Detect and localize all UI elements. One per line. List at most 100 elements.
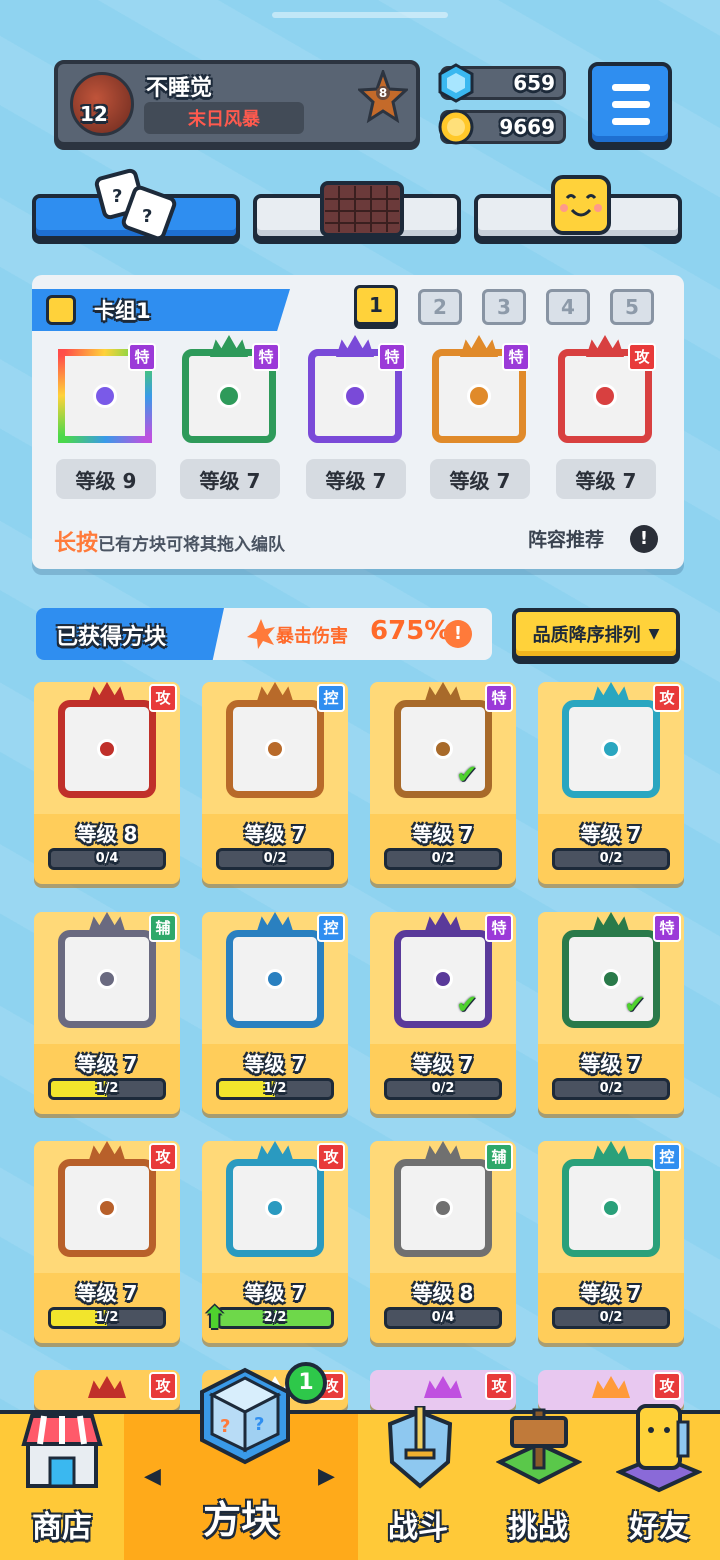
crit-label: 暴击伤害 bbox=[276, 626, 348, 647]
card-core bbox=[601, 1198, 621, 1218]
tab-dice[interactable]: ? ? bbox=[32, 168, 240, 241]
progress-bar: 0/2 bbox=[552, 1307, 670, 1329]
notification-badge: 1 bbox=[285, 1362, 327, 1404]
player-level: 12 bbox=[80, 102, 108, 126]
nav-blocks[interactable]: ◀ ? ? ▶ 方块 bbox=[124, 1367, 358, 1560]
deck-number-2[interactable]: 2 bbox=[418, 289, 462, 325]
block-card[interactable]: 特 ✔ 等级 7 0/2 bbox=[370, 912, 516, 1114]
type-badge: 控 bbox=[317, 914, 345, 942]
tab-board[interactable] bbox=[253, 181, 461, 240]
nav-friends[interactable]: 好友 bbox=[598, 1404, 720, 1560]
type-badge: 特 bbox=[128, 343, 156, 371]
nav-challenge[interactable]: 挑战 bbox=[478, 1408, 598, 1560]
progress-text: 2/2 bbox=[263, 1310, 287, 1325]
player-title: 末日风暴 bbox=[144, 102, 304, 134]
block-card[interactable]: 特 ✔ 等级 7 0/2 bbox=[538, 912, 684, 1114]
menu-icon bbox=[612, 84, 650, 91]
info-icon[interactable]: ! bbox=[630, 525, 658, 553]
svg-text:?: ? bbox=[142, 206, 152, 227]
hint-text: 已有方块可将其拖入编队 bbox=[98, 535, 286, 555]
lineup-recommend-button[interactable]: 阵容推荐 bbox=[528, 525, 604, 552]
deck-number-1[interactable]: 1 bbox=[354, 285, 398, 325]
block-card[interactable]: 特 ✔ 等级 7 0/2 bbox=[370, 682, 516, 884]
crit-value: 675% bbox=[370, 616, 451, 646]
dragon-crest-icon bbox=[592, 1376, 630, 1398]
progress-text: 0/2 bbox=[263, 851, 287, 866]
nav-battle[interactable]: 战斗 bbox=[358, 1406, 478, 1560]
deck-card-level: 等级 7 bbox=[180, 459, 280, 499]
type-badge: 攻 bbox=[485, 1372, 513, 1400]
progress-bar: 1/2 bbox=[48, 1078, 166, 1100]
deck-number-3[interactable]: 3 bbox=[482, 289, 526, 325]
upgrade-arrow-icon[interactable]: ⬆ bbox=[202, 1301, 227, 1336]
sort-dropdown[interactable]: 品质降序排列 ▼ bbox=[512, 608, 680, 660]
deck-card[interactable]: 特 bbox=[306, 335, 406, 449]
card-level: 等级 7 bbox=[76, 1052, 138, 1076]
player-name: 不睡觉 bbox=[146, 76, 213, 101]
block-card[interactable]: 控等级 7 1/2 bbox=[202, 912, 348, 1114]
card-core bbox=[593, 384, 617, 408]
deck-card-level: 等级 7 bbox=[306, 459, 406, 499]
card-core bbox=[217, 384, 241, 408]
deck-panel: 卡组1 1 2 3 4 5 特等级 9 特等级 7 特等级 7 特等级 7 攻等级 7 … bbox=[32, 275, 684, 569]
card-level: 等级 7 bbox=[580, 822, 642, 846]
block-box-icon: ? ? bbox=[200, 1367, 290, 1465]
deck-number-5[interactable]: 5 bbox=[610, 289, 654, 325]
profile-card[interactable]: 12 不睡觉 末日风暴 8 bbox=[54, 60, 420, 146]
hint-highlight: 长按 bbox=[54, 531, 99, 556]
progress-text: 0/2 bbox=[599, 851, 623, 866]
type-badge: 攻 bbox=[317, 1143, 345, 1171]
chevron-down-icon: ▼ bbox=[648, 626, 660, 642]
block-card[interactable]: 攻 bbox=[370, 1370, 516, 1410]
crit-info-icon[interactable]: ! bbox=[444, 620, 472, 648]
card-core bbox=[601, 969, 621, 989]
block-card[interactable]: 辅等级 7 1/2 bbox=[34, 912, 180, 1114]
coin-counter[interactable]: 9669 bbox=[438, 109, 566, 145]
block-card[interactable]: 控等级 7 0/2 bbox=[202, 682, 348, 884]
type-badge: 特 bbox=[653, 914, 681, 942]
nav-right-arrow[interactable]: ▶ bbox=[318, 1464, 335, 1489]
block-card[interactable]: 攻等级 7 1/2 bbox=[34, 1141, 180, 1343]
block-card[interactable]: 攻等级 7 0/2 bbox=[538, 682, 684, 884]
card-level: 等级 7 bbox=[76, 1281, 138, 1305]
tab-emote[interactable] bbox=[474, 175, 682, 240]
crit-icon bbox=[247, 619, 275, 649]
deck-card-level: 等级 9 bbox=[56, 459, 156, 499]
equipped-check-icon: ✔ bbox=[456, 990, 478, 1020]
coin-icon bbox=[438, 109, 474, 145]
obtained-title: 已获得方块 bbox=[56, 625, 167, 650]
type-badge: 攻 bbox=[149, 684, 177, 712]
type-badge: 攻 bbox=[149, 1372, 177, 1400]
gem-count: 659 bbox=[513, 71, 555, 95]
card-core bbox=[265, 969, 285, 989]
block-card[interactable]: 控等级 7 0/2 bbox=[538, 1141, 684, 1343]
deck-label[interactable]: 卡组1 bbox=[32, 289, 290, 331]
block-card[interactable]: 辅等级 8 0/4 bbox=[370, 1141, 516, 1343]
type-badge: 特 bbox=[252, 343, 280, 371]
type-badge: 特 bbox=[485, 684, 513, 712]
menu-button[interactable] bbox=[588, 62, 672, 146]
deck-card[interactable]: 攻 bbox=[556, 335, 656, 449]
block-card[interactable]: 攻等级 8 0/4 bbox=[34, 682, 180, 884]
deck-number-4[interactable]: 4 bbox=[546, 289, 590, 325]
gem-counter[interactable]: 659 bbox=[438, 63, 566, 103]
progress-bar: 0/2 bbox=[552, 848, 670, 870]
block-card[interactable]: 攻等级 7 2/2 ⬆ bbox=[202, 1141, 348, 1343]
deck-card[interactable]: 特 bbox=[180, 335, 280, 449]
deck-card[interactable]: 特 bbox=[56, 341, 156, 449]
progress-bar: 0/4 bbox=[48, 848, 166, 870]
type-badge: 攻 bbox=[628, 343, 656, 371]
dragon-crest-icon bbox=[88, 1376, 126, 1398]
nav-shop[interactable]: 商店 bbox=[0, 1414, 124, 1560]
type-badge: 特 bbox=[378, 343, 406, 371]
progress-text: 1/2 bbox=[95, 1081, 119, 1096]
svg-text:?: ? bbox=[220, 1416, 230, 1437]
rank-number: 8 bbox=[376, 86, 390, 100]
equipped-check-icon: ✔ bbox=[624, 990, 646, 1020]
card-core bbox=[433, 739, 453, 759]
nav-left-arrow[interactable]: ◀ bbox=[144, 1464, 161, 1489]
type-badge: 特 bbox=[502, 343, 530, 371]
progress-bar: 0/2 bbox=[384, 848, 502, 870]
deck-card[interactable]: 特 bbox=[430, 335, 530, 449]
svg-text:?: ? bbox=[112, 186, 122, 207]
